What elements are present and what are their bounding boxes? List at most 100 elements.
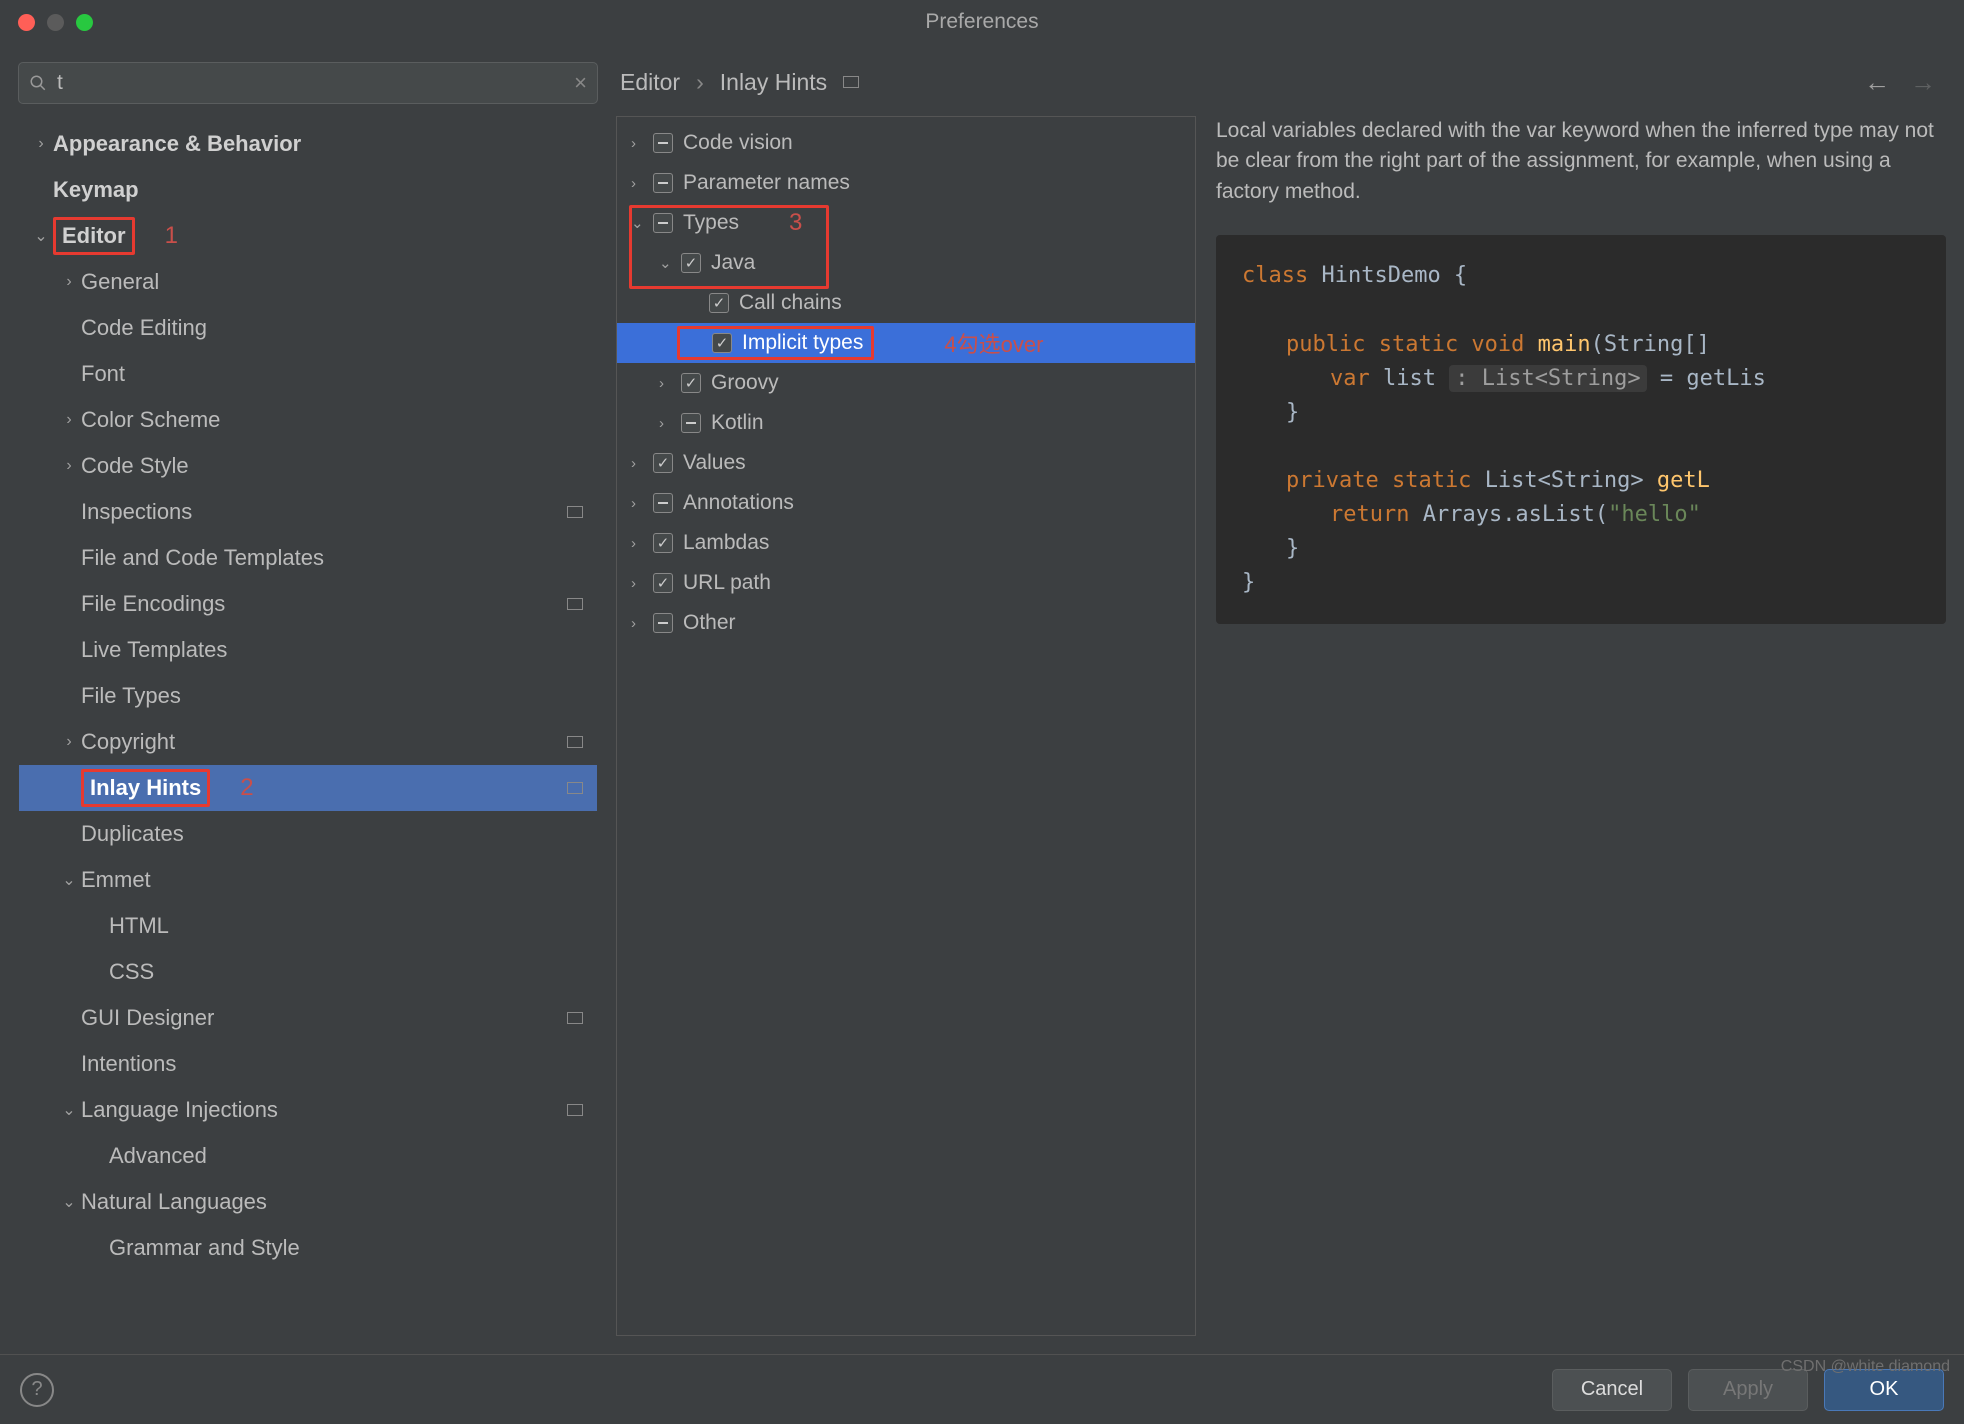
titlebar: Preferences bbox=[0, 0, 1964, 44]
chevron-right-icon: › bbox=[631, 495, 653, 512]
hints-item-values[interactable]: ›✓Values bbox=[617, 443, 1195, 483]
settings-tree[interactable]: ›Appearance & Behavior›Keymap⌄Editor1›Ge… bbox=[18, 114, 598, 1336]
chevron-right-icon: › bbox=[659, 415, 681, 432]
chevron-right-icon: › bbox=[659, 375, 681, 392]
checkbox[interactable]: ✓ bbox=[681, 373, 701, 393]
sidebar-item-copyright[interactable]: ›Copyright bbox=[19, 719, 597, 765]
sidebar-item-label: HTML bbox=[109, 913, 169, 939]
hints-item-url-path[interactable]: ›✓URL path bbox=[617, 563, 1195, 603]
hints-item-parameter-names[interactable]: ›Parameter names bbox=[617, 163, 1195, 203]
hints-item-java[interactable]: ⌄✓Java bbox=[617, 243, 1195, 283]
checkbox[interactable] bbox=[653, 613, 673, 633]
sidebar-item-label: File and Code Templates bbox=[81, 545, 324, 571]
window-title: Preferences bbox=[0, 10, 1964, 34]
chevron-right-icon: › bbox=[696, 69, 704, 96]
sidebar-item-color-scheme[interactable]: ›Color Scheme bbox=[19, 397, 597, 443]
help-button[interactable]: ? bbox=[20, 1373, 54, 1407]
checkbox[interactable]: ✓ bbox=[653, 573, 673, 593]
sidebar-item-label: GUI Designer bbox=[81, 1005, 214, 1031]
breadcrumb-leaf: Inlay Hints bbox=[720, 69, 827, 96]
sidebar-item-gui-designer[interactable]: ›GUI Designer bbox=[19, 995, 597, 1041]
sidebar-item-label: Color Scheme bbox=[81, 407, 220, 433]
chevron-right-icon: › bbox=[57, 273, 81, 291]
chevron-right-icon: › bbox=[57, 733, 81, 751]
sidebar-item-live-templates[interactable]: ›Live Templates bbox=[19, 627, 597, 673]
sidebar-item-label: General bbox=[81, 269, 159, 295]
description-text: Local variables declared with the var ke… bbox=[1216, 116, 1946, 207]
sidebar-item-grammar-and-style[interactable]: ›Grammar and Style bbox=[19, 1225, 597, 1271]
checkbox[interactable]: ✓ bbox=[653, 533, 673, 553]
sidebar-item-html[interactable]: ›HTML bbox=[19, 903, 597, 949]
hints-item-label: Kotlin bbox=[711, 411, 764, 435]
sidebar-item-natural-languages[interactable]: ⌄Natural Languages bbox=[19, 1179, 597, 1225]
checkbox[interactable]: ✓ bbox=[653, 453, 673, 473]
hints-item-label: Implicit types bbox=[742, 331, 863, 355]
annotation-2: 2 bbox=[240, 774, 253, 802]
sidebar-item-label: CSS bbox=[109, 959, 154, 985]
breadcrumb: Editor › Inlay Hints ← → bbox=[616, 62, 1946, 102]
hints-item-code-vision[interactable]: ›Code vision bbox=[617, 123, 1195, 163]
clear-search-icon[interactable]: × bbox=[574, 70, 587, 96]
sidebar-item-label: Code Style bbox=[81, 453, 189, 479]
sidebar-item-editor[interactable]: ⌄Editor1 bbox=[19, 213, 597, 259]
hints-item-label: Lambdas bbox=[683, 531, 769, 555]
hints-item-call-chains[interactable]: ›✓Call chains bbox=[617, 283, 1195, 323]
sidebar-item-inlay-hints[interactable]: ›Inlay Hints2 bbox=[19, 765, 597, 811]
sidebar-item-emmet[interactable]: ⌄Emmet bbox=[19, 857, 597, 903]
sidebar-item-general[interactable]: ›General bbox=[19, 259, 597, 305]
sidebar-item-keymap[interactable]: ›Keymap bbox=[19, 167, 597, 213]
breadcrumb-root[interactable]: Editor bbox=[620, 69, 680, 96]
sidebar-item-css[interactable]: ›CSS bbox=[19, 949, 597, 995]
checkbox[interactable]: ✓ bbox=[709, 293, 729, 313]
hints-item-groovy[interactable]: ›✓ Groovy bbox=[617, 363, 1195, 403]
checkbox[interactable] bbox=[653, 213, 673, 233]
sidebar-item-font[interactable]: ›Font bbox=[19, 351, 597, 397]
sidebar-item-appearance-behavior[interactable]: ›Appearance & Behavior bbox=[19, 121, 597, 167]
scope-marker-icon bbox=[567, 1104, 583, 1116]
hints-item-lambdas[interactable]: ›✓Lambdas bbox=[617, 523, 1195, 563]
sidebar-item-label: Grammar and Style bbox=[109, 1235, 300, 1261]
checkbox[interactable]: ✓ bbox=[681, 253, 701, 273]
sidebar-item-language-injections[interactable]: ⌄Language Injections bbox=[19, 1087, 597, 1133]
code-preview: class HintsDemo { public static void mai… bbox=[1216, 235, 1946, 624]
chevron-right-icon: › bbox=[29, 135, 53, 153]
hints-item-label: Groovy bbox=[711, 371, 779, 395]
sidebar-item-file-and-code-templates[interactable]: ›File and Code Templates bbox=[19, 535, 597, 581]
hints-item-label: Java bbox=[711, 251, 755, 275]
hints-item-kotlin[interactable]: › Kotlin bbox=[617, 403, 1195, 443]
forward-button: → bbox=[1910, 67, 1936, 98]
checkbox[interactable]: ✓ bbox=[712, 333, 732, 353]
sidebar-item-file-encodings[interactable]: ›File Encodings bbox=[19, 581, 597, 627]
hints-item-label: Other bbox=[683, 611, 736, 635]
watermark: CSDN @white diamond bbox=[1781, 1358, 1950, 1376]
sidebar-item-label: Appearance & Behavior bbox=[53, 131, 301, 157]
sidebar-item-label: Language Injections bbox=[81, 1097, 278, 1123]
chevron-right-icon: › bbox=[631, 175, 653, 192]
hints-item-other[interactable]: ›Other bbox=[617, 603, 1195, 643]
hints-item-annotations[interactable]: ›Annotations bbox=[617, 483, 1195, 523]
sidebar-item-code-style[interactable]: ›Code Style bbox=[19, 443, 597, 489]
sidebar-item-label: Inlay Hints bbox=[90, 775, 201, 801]
back-button[interactable]: ← bbox=[1864, 67, 1890, 98]
hints-tree[interactable]: ›Code vision›Parameter names⌄Types3⌄ ✓ Jav… bbox=[616, 116, 1196, 1336]
sidebar-item-file-types[interactable]: ›File Types bbox=[19, 673, 597, 719]
sidebar-item-code-editing[interactable]: ›Code Editing bbox=[19, 305, 597, 351]
checkbox[interactable] bbox=[681, 413, 701, 433]
annotation-1: 1 bbox=[165, 222, 178, 250]
scope-marker-icon bbox=[567, 1012, 583, 1024]
checkbox[interactable] bbox=[653, 133, 673, 153]
checkbox[interactable] bbox=[653, 493, 673, 513]
search-input[interactable]: t × bbox=[18, 62, 598, 104]
hints-item-implicit-types[interactable]: ›✓Implicit types4勾选over bbox=[617, 323, 1195, 363]
sidebar-item-inspections[interactable]: ›Inspections bbox=[19, 489, 597, 535]
sidebar-item-intentions[interactable]: ›Intentions bbox=[19, 1041, 597, 1087]
scope-marker-icon bbox=[843, 76, 859, 88]
sidebar-item-duplicates[interactable]: ›Duplicates bbox=[19, 811, 597, 857]
hints-item-types[interactable]: ⌄Types3 bbox=[617, 203, 1195, 243]
cancel-button[interactable]: Cancel bbox=[1552, 1369, 1672, 1411]
chevron-down-icon: ⌄ bbox=[631, 214, 653, 232]
sidebar-item-advanced[interactable]: ›Advanced bbox=[19, 1133, 597, 1179]
checkbox[interactable] bbox=[653, 173, 673, 193]
chevron-down-icon: ⌄ bbox=[29, 226, 53, 246]
chevron-right-icon: › bbox=[631, 575, 653, 592]
